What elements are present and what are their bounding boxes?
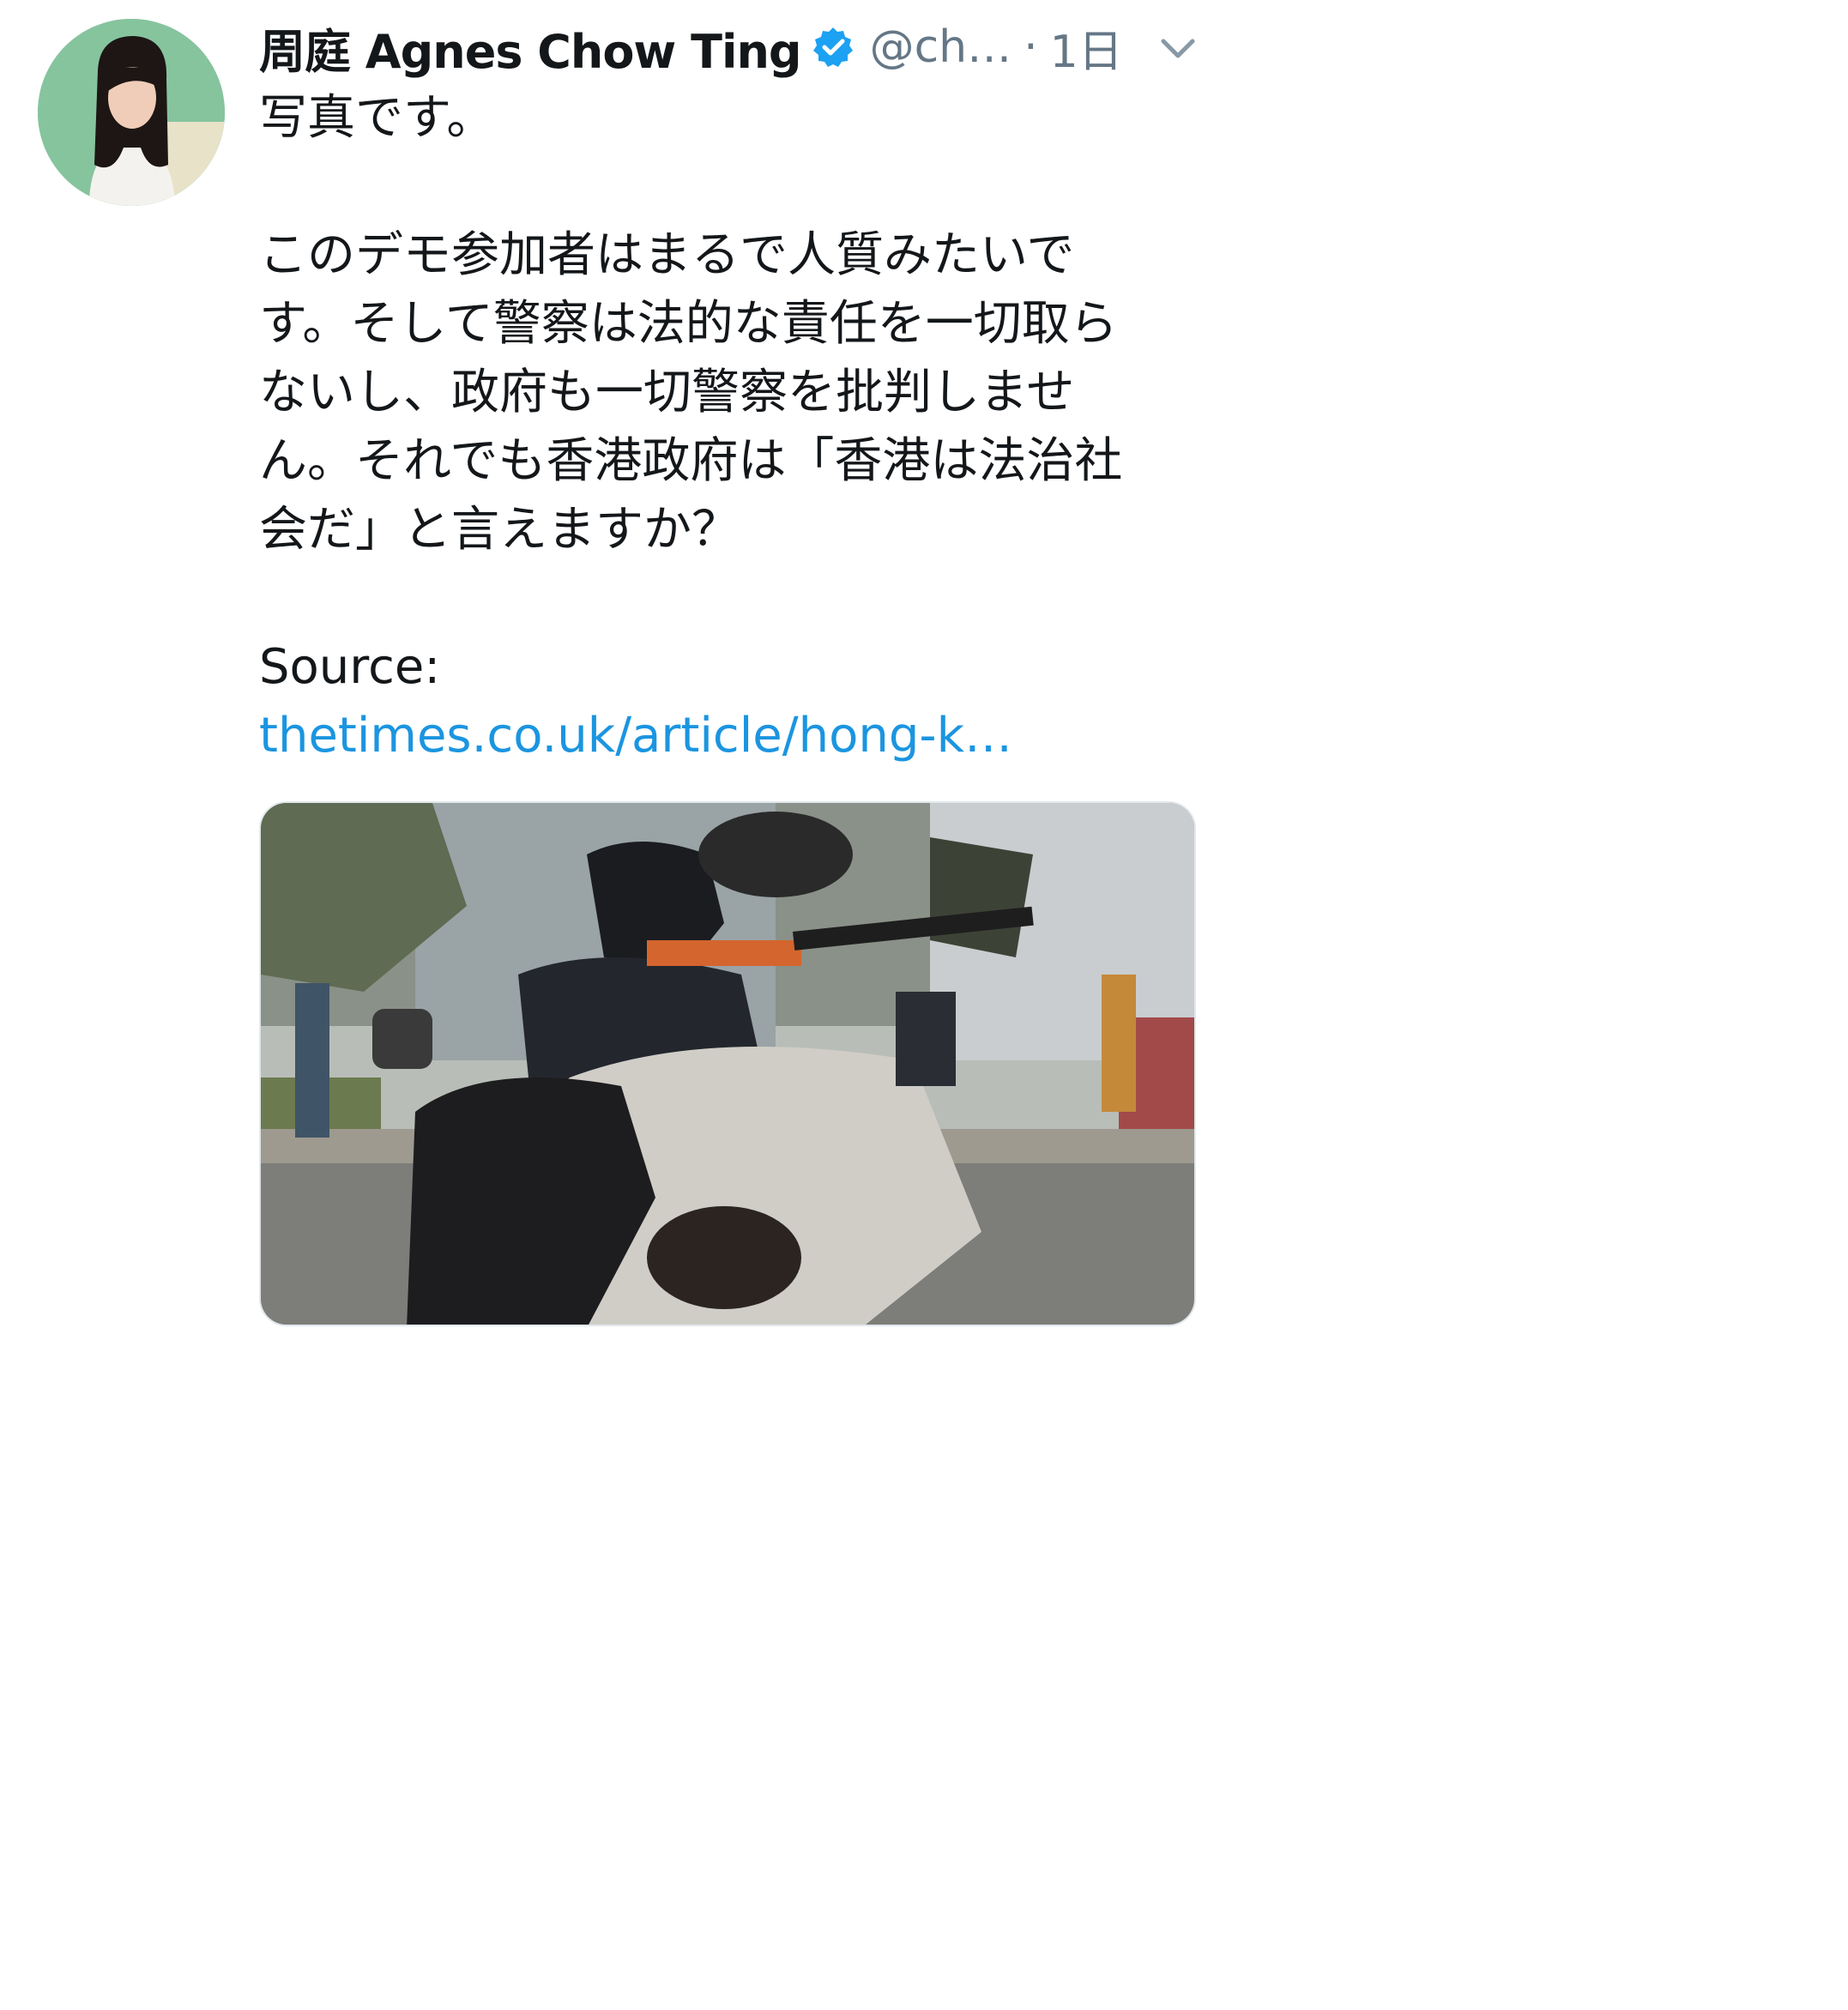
tweet-text-paragraph: このデモ参加者はまるで人質みたいで す。そして警察は法的な責任を一切取ら ないし…	[259, 227, 1123, 558]
tweet-header: 周庭 Agnes Chow Ting @ch… · 1日	[259, 15, 1123, 80]
tweet-text-line1: 写真です。	[259, 90, 495, 146]
tweet-photo[interactable]	[259, 801, 1196, 1326]
separator: ·	[1024, 21, 1038, 73]
chevron-down-icon[interactable]	[1155, 26, 1201, 72]
source-label: Source:	[259, 639, 441, 695]
source-link[interactable]: thetimes.co.uk/article/hong-k…	[259, 708, 1012, 764]
verified-badge-icon	[812, 26, 855, 69]
timestamp[interactable]: 1日	[1050, 15, 1123, 80]
display-name[interactable]: 周庭 Agnes Chow Ting	[259, 14, 802, 81]
handle[interactable]: @ch…	[870, 21, 1012, 73]
avatar[interactable]	[38, 19, 225, 206]
tweet-text: 写真です。 このデモ参加者はまるで人質みたいで す。そして警察は法的な責任を一切…	[259, 84, 1203, 770]
